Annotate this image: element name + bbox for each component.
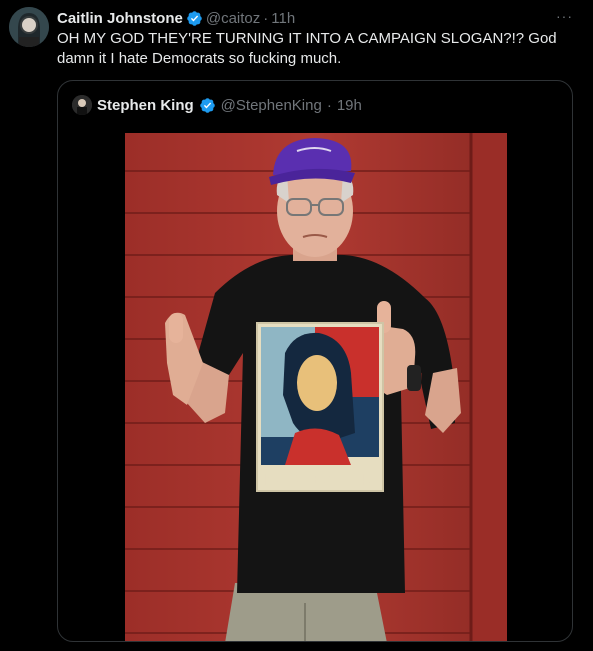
tweet-time[interactable]: 11h — [271, 10, 295, 27]
verified-badge-icon — [187, 10, 202, 26]
quoted-author-handle: @StephenKing — [220, 96, 322, 114]
author-avatar[interactable] — [9, 7, 49, 47]
verified-badge-icon — [199, 97, 215, 113]
quoted-tweet-header: Stephen King @StephenKing · 19h — [72, 94, 362, 116]
author-handle[interactable]: @caitoz — [206, 10, 260, 27]
more-options-icon[interactable]: ··· — [556, 8, 573, 24]
quoted-avatar-image — [72, 95, 92, 115]
quoted-author-name: Stephen King — [97, 96, 194, 114]
quoted-tweet-card[interactable]: Stephen King @StephenKing · 19h I'M SPEA… — [57, 80, 573, 642]
quoted-tweet-photo[interactable]: I'M SPEAKING — [125, 133, 507, 641]
shirt-caption: I'M SPEAKING — [262, 470, 378, 489]
quoted-author-avatar[interactable] — [72, 95, 92, 115]
photo-image: I'M SPEAKING — [125, 133, 507, 641]
tweet-text: OH MY GOD THEY'RE TURNING IT INTO A CAMP… — [57, 30, 557, 67]
quoted-tweet-time: 19h — [336, 96, 362, 114]
tweet-header: Caitlin Johnstone @caitoz · 11h — [57, 8, 295, 28]
separator-dot: · — [326, 96, 332, 114]
avatar-image — [9, 7, 49, 47]
separator-dot: · — [263, 9, 269, 27]
author-name[interactable]: Caitlin Johnstone — [57, 10, 183, 27]
